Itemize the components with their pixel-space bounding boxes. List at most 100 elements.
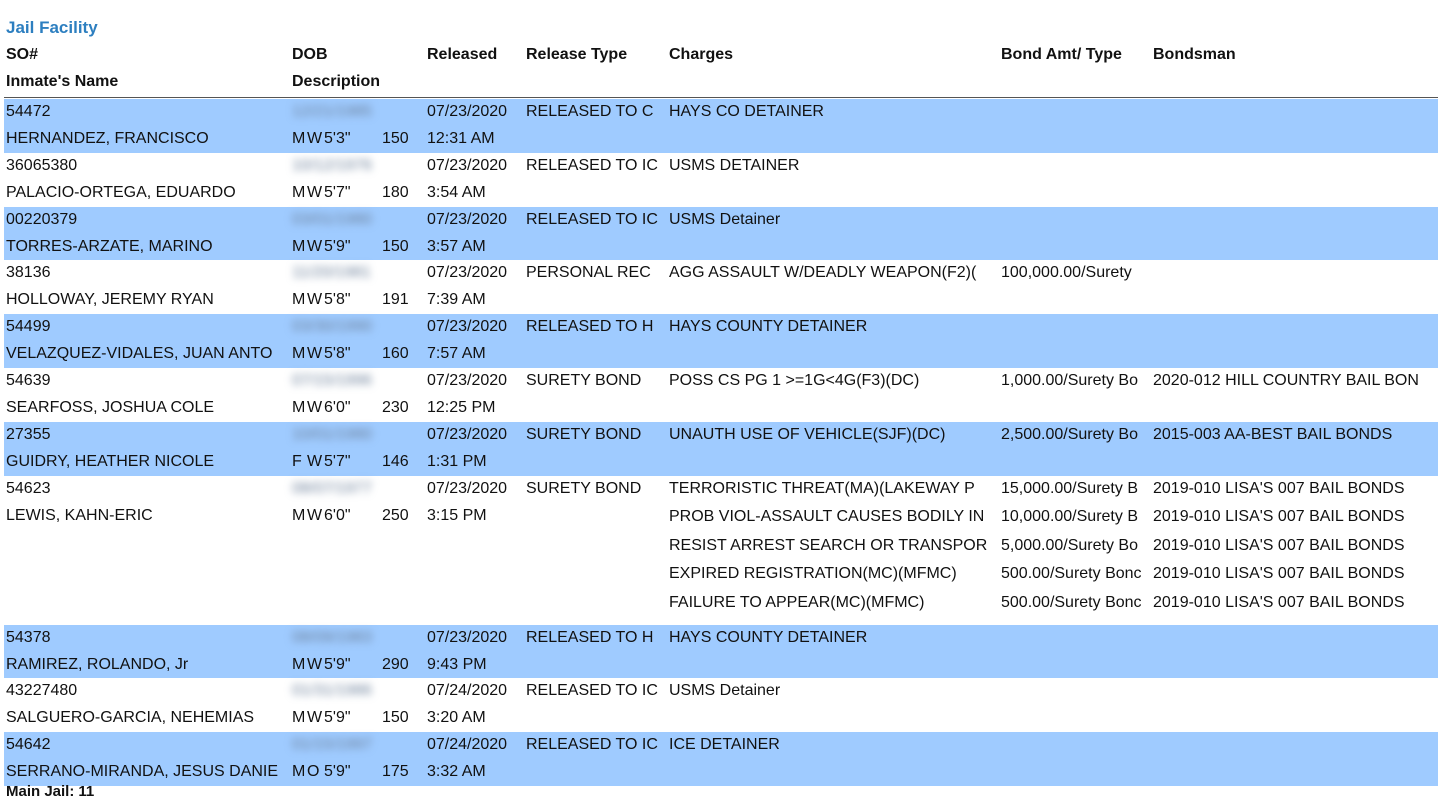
so-number: 27355: [6, 425, 51, 443]
weight: 191: [382, 291, 409, 309]
height: 5'7": [324, 183, 351, 201]
weight: 146: [382, 452, 409, 470]
charge: UNAUTH USE OF VEHICLE(SJF)(DC): [669, 425, 946, 443]
header-description: Description: [292, 73, 381, 90]
charge: RESIST ARREST SEARCH OR TRANSPOR: [669, 536, 988, 554]
inmate-name: SERRANO-MIRANDA, JESUS DANIE: [6, 763, 279, 781]
release-time: 3:57 AM: [427, 237, 486, 255]
dob-redacted: 12/21/1985: [292, 103, 373, 120]
charge: FAILURE TO APPEAR(MC)(MFMC): [669, 593, 925, 611]
height: 5'7": [324, 452, 351, 470]
weight: 175: [382, 763, 409, 781]
race: W: [307, 291, 323, 309]
inmate-name: PALACIO-ORTEGA, EDUARDO: [6, 183, 236, 201]
release-time: 9:43 PM: [427, 655, 487, 673]
dob-redacted: 07/15/1996: [292, 371, 373, 389]
charge: USMS Detainer: [669, 210, 781, 228]
release-type: RELEASED TO H: [526, 318, 654, 336]
height: 5'9": [324, 655, 351, 673]
charge: USMS DETAINER: [669, 156, 800, 174]
dob-redacted: 10/12/1976: [292, 156, 373, 174]
weight: 290: [382, 655, 409, 673]
race: W: [307, 398, 323, 416]
inmate-record: 54472 HERNANDEZ, FRANCISCO 12/21/1985 M W 5'3…: [4, 99, 1438, 153]
bond-amount: 100,000.00/Surety: [1001, 264, 1132, 282]
header-release-type: Release Type: [526, 46, 628, 63]
weight: 230: [382, 398, 409, 416]
charge: AGG ASSAULT W/DEADLY WEAPON(F2)(: [669, 264, 977, 282]
release-time: 3:20 AM: [427, 709, 486, 727]
bond-amount: 500.00/Surety Bonc: [1001, 593, 1141, 611]
dob-redacted: 01/15/1997: [292, 736, 373, 754]
sex: M: [292, 237, 306, 255]
header-rule: [4, 97, 1438, 98]
inmate-record: 38136 HOLLOWAY, JEREMY RYAN 11/20/1981 M W 5'…: [4, 260, 1438, 314]
release-time: 7:57 AM: [427, 345, 486, 363]
release-time: 12:25 PM: [427, 398, 496, 416]
race: W: [307, 506, 323, 524]
header-charges: Charges: [669, 46, 734, 63]
inmate-name: HERNANDEZ, FRANCISCO: [6, 130, 209, 147]
race: W: [307, 130, 323, 147]
release-date: 07/23/2020: [427, 264, 508, 282]
height: 5'8": [324, 345, 351, 363]
race: W: [307, 237, 323, 255]
inmate-name: LEWIS, KAHN-ERIC: [6, 506, 153, 524]
height: 5'9": [324, 237, 351, 255]
release-date: 07/23/2020: [427, 318, 508, 336]
release-type: RELEASED TO H: [526, 628, 654, 646]
bondsman: 2019-010 LISA'S 007 BAIL BONDS: [1153, 479, 1405, 497]
dob-redacted: 08/07/1977: [292, 479, 373, 497]
inmate-name: TORRES-ARZATE, MARINO: [6, 237, 213, 255]
sex: M: [292, 345, 306, 363]
footer-label: Main Jail:: [6, 783, 75, 800]
height: 5'8": [324, 291, 351, 309]
so-number: 00220379: [6, 210, 78, 228]
so-number: 54472: [6, 103, 51, 120]
inmate-name: HOLLOWAY, JEREMY RYAN: [6, 291, 214, 309]
height: 5'3": [324, 130, 351, 147]
charge: HAYS COUNTY DETAINER: [669, 628, 868, 646]
charge: PROB VIOL-ASSAULT CAUSES BODILY IN: [669, 508, 985, 526]
release-date: 07/24/2020: [427, 682, 508, 700]
facility-title: Jail Facility: [6, 18, 98, 37]
header-bond: Bond Amt/ Type: [1001, 46, 1122, 63]
race: W: [307, 345, 323, 363]
release-type: RELEASED TO IC: [526, 682, 658, 700]
inmate-name: GUIDRY, HEATHER NICOLE: [6, 452, 215, 470]
dob-redacted: 03/01/1980: [292, 210, 373, 228]
header-dob: DOB: [292, 46, 328, 63]
height: 5'9": [324, 709, 351, 727]
charge: EXPIRED REGISTRATION(MC)(MFMC): [669, 565, 957, 583]
so-number: 54623: [6, 479, 51, 497]
height: 6'0": [324, 506, 351, 524]
release-type: RELEASED TO IC: [526, 736, 658, 754]
bondsman: 2020-012 HILL COUNTRY BAIL BON: [1153, 371, 1419, 389]
sex: M: [292, 655, 306, 673]
release-type: SURETY BOND: [526, 479, 642, 497]
sex: M: [292, 506, 306, 524]
race: W: [307, 183, 323, 201]
weight: 160: [382, 345, 409, 363]
header-name: Inmate's Name: [6, 73, 119, 90]
release-date: 07/23/2020: [427, 103, 508, 120]
charge: POSS CS PG 1 >=1G<4G(F3)(DC): [669, 371, 920, 389]
bond-amount: 1,000.00/Surety Bo: [1001, 371, 1138, 389]
charge: TERRORISTIC THREAT(MA)(LAKEWAY P: [669, 479, 975, 497]
so-number: 54499: [6, 318, 51, 336]
sex: M: [292, 763, 306, 781]
header-bondsman: Bondsman: [1153, 46, 1236, 63]
release-time: 3:15 PM: [427, 506, 487, 524]
so-number: 54642: [6, 736, 51, 754]
race: W: [307, 655, 323, 673]
sex: M: [292, 709, 306, 727]
inmate-record: 54642 SERRANO-MIRANDA, JESUS DANIE 01/15/1…: [4, 732, 1438, 786]
sex: M: [292, 130, 306, 147]
release-date: 07/23/2020: [427, 210, 508, 228]
release-type: RELEASED TO IC: [526, 210, 658, 228]
release-date: 07/23/2020: [427, 479, 508, 497]
race: W: [307, 709, 323, 727]
inmate-name: RAMIREZ, ROLANDO, Jr: [6, 655, 189, 673]
footer-count: 11: [78, 783, 95, 800]
release-time: 7:39 AM: [427, 291, 486, 309]
